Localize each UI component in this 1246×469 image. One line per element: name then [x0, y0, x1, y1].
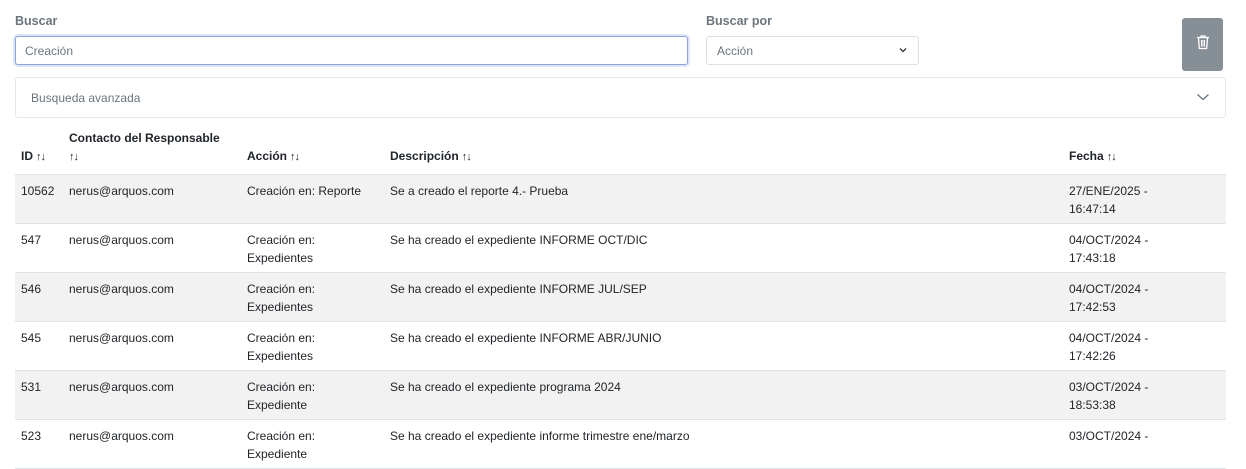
cell-contact: nerus@arquos.com: [63, 174, 241, 224]
cell-date: 03/OCT/2024 -18:53:38: [1063, 370, 1226, 420]
table-row[interactable]: 523 nerus@arquos.com Creación en: Expedi…: [15, 419, 1226, 469]
cell-id: 546: [15, 272, 63, 322]
cell-contact: nerus@arquos.com: [63, 272, 241, 322]
column-header-description[interactable]: Descripción ↑↓: [384, 123, 1063, 175]
advanced-search-label: Busqueda avanzada: [31, 90, 141, 105]
sort-icon: ↑↓: [461, 151, 472, 163]
cell-date: 04/OCT/2024 -17:42:53: [1063, 272, 1226, 322]
search-by-label: Buscar por: [706, 14, 772, 28]
cell-description: Se a creado el reporte 4.- Prueba: [384, 174, 1063, 224]
search-by-select[interactable]: Acción: [706, 36, 919, 65]
advanced-search-toggle[interactable]: Busqueda avanzada: [15, 77, 1226, 118]
table-row[interactable]: 547 nerus@arquos.com Creación en: Expedi…: [15, 223, 1226, 273]
cell-id: 531: [15, 370, 63, 420]
cell-id: 545: [15, 321, 63, 371]
cell-date: 04/OCT/2024 -17:42:26: [1063, 321, 1226, 371]
cell-contact: nerus@arquos.com: [63, 419, 241, 469]
cell-description: Se ha creado el expediente INFORME ABR/J…: [384, 321, 1063, 371]
column-header-contact[interactable]: Contacto del Responsable ↑↓: [63, 123, 241, 175]
cell-date: 27/ENE/2025 -16:47:14: [1063, 174, 1226, 224]
audit-table: ID ↑↓ Contacto del Responsable ↑↓ Acción ↑↓…: [15, 123, 1226, 469]
chevron-down-icon: [898, 44, 908, 58]
cell-action: Creación en: Expedientes: [241, 321, 384, 371]
sort-icon: ↑↓: [1106, 151, 1117, 163]
cell-contact: nerus@arquos.com: [63, 370, 241, 420]
cell-action: Creación en: Reporte: [241, 174, 384, 224]
table-row[interactable]: 546 nerus@arquos.com Creación en: Expedi…: [15, 272, 1226, 322]
table-row[interactable]: 10562 nerus@arquos.com Creación en: Repo…: [15, 174, 1226, 224]
column-header-id[interactable]: ID ↑↓: [15, 123, 63, 175]
cell-id: 523: [15, 419, 63, 469]
chevron-down-icon: [1196, 91, 1210, 105]
cell-action: Creación en: Expediente: [241, 419, 384, 469]
cell-contact: nerus@arquos.com: [63, 223, 241, 273]
sort-icon: ↑↓: [36, 151, 46, 163]
search-input[interactable]: [15, 36, 688, 65]
cell-description: Se ha creado el expediente INFORME JUL/S…: [384, 272, 1063, 322]
cell-id: 10562: [15, 174, 63, 224]
cell-description: Se ha creado el expediente informe trime…: [384, 419, 1063, 469]
table-row[interactable]: 531 nerus@arquos.com Creación en: Expedi…: [15, 370, 1226, 420]
cell-contact: nerus@arquos.com: [63, 321, 241, 371]
cell-date: 03/OCT/2024 -: [1063, 419, 1226, 469]
cell-description: Se ha creado el expediente INFORME OCT/D…: [384, 223, 1063, 273]
cell-description: Se ha creado el expediente programa 2024: [384, 370, 1063, 420]
cell-id: 547: [15, 223, 63, 273]
table-header-row: ID ↑↓ Contacto del Responsable ↑↓ Acción ↑↓…: [15, 123, 1226, 175]
search-by-value: Acción: [717, 43, 754, 58]
cell-action: Creación en: Expedientes: [241, 223, 384, 273]
column-header-date[interactable]: Fecha ↑↓: [1063, 123, 1226, 175]
cell-action: Creación en: Expediente: [241, 370, 384, 420]
delete-button[interactable]: [1182, 18, 1223, 71]
cell-date: 04/OCT/2024 -17:43:18: [1063, 223, 1226, 273]
search-label: Buscar: [15, 14, 58, 28]
table-row[interactable]: 545 nerus@arquos.com Creación en: Expedi…: [15, 321, 1226, 371]
column-header-action[interactable]: Acción ↑↓: [241, 123, 384, 175]
sort-icon: ↑↓: [290, 151, 300, 163]
cell-action: Creación en: Expedientes: [241, 272, 384, 322]
trash-icon: [1196, 34, 1210, 55]
sort-icon: ↑↓: [69, 151, 79, 163]
